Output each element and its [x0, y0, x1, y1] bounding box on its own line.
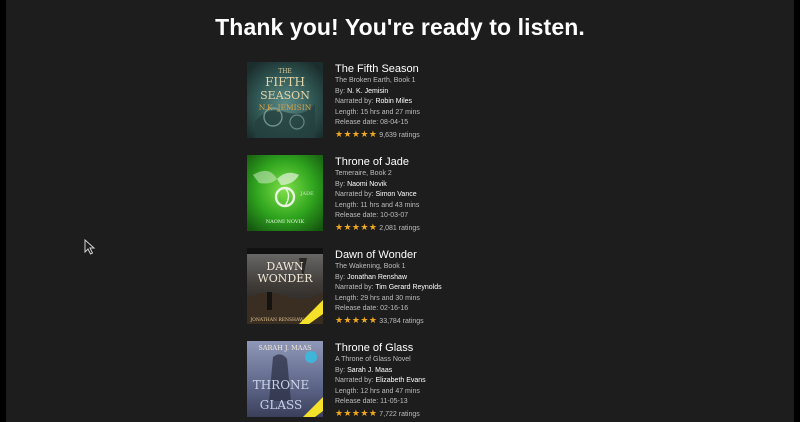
- svg-text:SEASON: SEASON: [260, 89, 310, 102]
- book-narrator-line: Narrated by: Elizabeth Evans: [335, 377, 426, 384]
- svg-text:SARAH J. MAAS: SARAH J. MAAS: [258, 344, 311, 352]
- book-cover-image[interactable]: NAOMI NOVIK JADE: [247, 155, 323, 231]
- book-title[interactable]: Throne of Jade: [335, 155, 545, 169]
- book-release-date: 10-03-07: [380, 212, 409, 219]
- book-narrator-line: Narrated by: Simon Vance: [335, 191, 417, 198]
- book-author-line: By: Naomi Novik: [335, 180, 387, 188]
- star-rating-icon: ★★★★★: [335, 221, 378, 232]
- ratings-count: 7,722 ratings: [379, 410, 420, 418]
- book-author-line: By: Jonathan Renshaw: [335, 273, 408, 281]
- svg-text:WONDER: WONDER: [257, 272, 313, 285]
- book-author-line: By: N. K. Jemisin: [335, 87, 389, 95]
- svg-text:N.K. JEMISIN: N.K. JEMISIN: [259, 103, 312, 112]
- svg-text:FIFTH: FIFTH: [265, 75, 305, 89]
- book-cover-image[interactable]: DAWN WONDER JONATHAN RENSHAW: [247, 248, 323, 324]
- svg-text:THRONE: THRONE: [253, 378, 310, 392]
- book-length: Length: 12 hrs and 47 mins: [335, 387, 420, 395]
- book-rating: ★★★★★ 2,081 ratings: [335, 222, 545, 234]
- book-author[interactable]: Jonathan Renshaw: [347, 274, 407, 281]
- svg-text:NAOMI NOVIK: NAOMI NOVIK: [266, 219, 305, 225]
- svg-text:GLASS: GLASS: [260, 398, 302, 412]
- ratings-count: 33,784 ratings: [379, 317, 424, 325]
- book-cover-image[interactable]: THE FIFTH SEASON N.K. JEMISIN: [247, 62, 323, 138]
- book-narrator[interactable]: Simon Vance: [375, 191, 416, 198]
- book-release-line: Release date: 11-05-13: [335, 398, 408, 405]
- book-author-line: By: Sarah J. Maas: [335, 366, 393, 374]
- ratings-count: 2,081 ratings: [379, 224, 420, 232]
- ratings-count: 9,639 ratings: [379, 131, 420, 139]
- book-rating: ★★★★★ 33,784 ratings: [335, 315, 545, 327]
- book-narrator[interactable]: Robin Miles: [375, 98, 412, 105]
- book-length-line: Length: 29 hrs and 30 mins: [335, 294, 420, 302]
- book-length: 15 hrs and 27 mins: [360, 108, 420, 116]
- mouse-cursor-icon: [84, 239, 96, 255]
- book-release-line: Release date: 10-03-07: [335, 212, 409, 219]
- book-title[interactable]: Throne of Glass: [335, 341, 545, 355]
- book-author[interactable]: Sarah J. Maas: [347, 367, 392, 374]
- book-length-line: Length: 15 hrs and 27 mins: [335, 108, 420, 116]
- book-series: Temeraire, Book 2: [335, 170, 392, 177]
- book-item-dawn-of-wonder[interactable]: DAWN WONDER JONATHAN RENSHAW Dawn of Won…: [247, 248, 547, 328]
- book-release-line: Release date: 08-04-15: [335, 119, 409, 126]
- book-release-date: 11-05-13: [380, 398, 408, 405]
- book-narrator-line: Narrated by: Tim Gerard Reynolds: [335, 284, 442, 291]
- book-title[interactable]: The Fifth Season: [335, 62, 545, 76]
- book-author[interactable]: Naomi Novik: [347, 181, 387, 188]
- book-cover-image[interactable]: SARAH J. MAAS THRONE GLASS: [247, 341, 323, 417]
- book-title[interactable]: Dawn of Wonder: [335, 248, 545, 262]
- svg-text:JONATHAN RENSHAW: JONATHAN RENSHAW: [249, 317, 304, 323]
- book-item-throne-of-jade[interactable]: NAOMI NOVIK JADE Throne of Jade Temerair…: [247, 155, 547, 235]
- star-rating-icon: ★★★★★: [335, 128, 378, 139]
- svg-text:THE: THE: [278, 68, 292, 75]
- book-release-date: 02-16-16: [380, 305, 409, 312]
- star-rating-icon: ★★★★★: [335, 314, 378, 325]
- book-rating: ★★★★★ 7,722 ratings: [335, 408, 545, 420]
- book-narrator[interactable]: Elizabeth Evans: [375, 377, 425, 384]
- book-release-date: 08-04-15: [380, 119, 409, 126]
- book-length-line: Length: 11 hrs and 43 mins: [335, 201, 420, 209]
- page-title: Thank you! You're ready to listen.: [215, 14, 585, 40]
- book-length: 29 hrs and 30 mins: [360, 294, 420, 302]
- confirmation-page: Thank you! You're ready to listen. THE F…: [6, 0, 794, 422]
- book-item-throne-of-glass[interactable]: SARAH J. MAAS THRONE GLASS Throne of Gla…: [247, 341, 547, 421]
- book-narrator[interactable]: Tim Gerard Reynolds: [375, 284, 441, 291]
- book-narrator-line: Narrated by: Robin Miles: [335, 98, 413, 105]
- svg-text:JADE: JADE: [299, 191, 314, 197]
- book-release-line: Release date: 02-16-16: [335, 305, 409, 312]
- book-item-fifth-season[interactable]: THE FIFTH SEASON N.K. JEMISIN The Fifth …: [247, 62, 547, 142]
- book-series: The Wakening, Book 1: [335, 263, 406, 270]
- book-rating: ★★★★★ 9,639 ratings: [335, 129, 545, 141]
- book-series: The Broken Earth, Book 1: [335, 77, 416, 84]
- book-author[interactable]: N. K. Jemisin: [347, 88, 388, 95]
- star-rating-icon: ★★★★★: [335, 407, 378, 418]
- book-series: A Throne of Glass Novel: [335, 356, 411, 363]
- book-length: 11 hrs and 43 mins: [360, 201, 420, 209]
- book-length-line: Length: 12 hrs and 47 mins: [335, 387, 545, 398]
